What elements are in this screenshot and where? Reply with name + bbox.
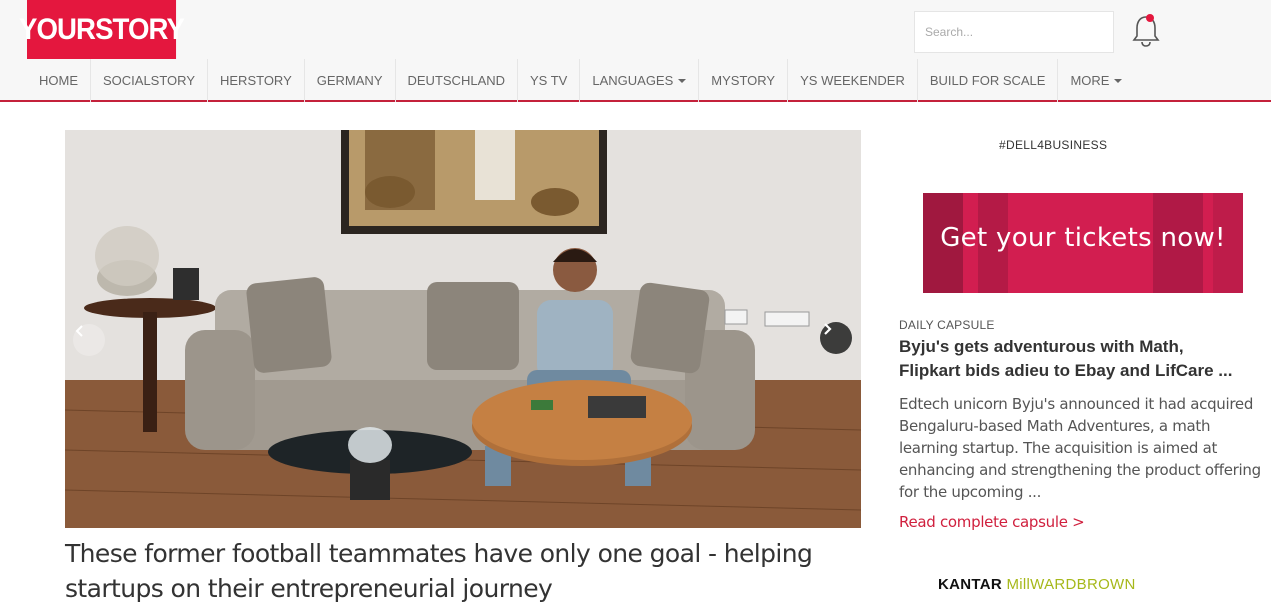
chevron-left-icon xyxy=(75,325,83,337)
nav-item-label: GERMANY xyxy=(316,73,383,88)
capsule-title[interactable]: Byju's gets adventurous with Math, Flipk… xyxy=(899,335,1271,383)
nav-item-label: MORE xyxy=(1070,73,1110,88)
nav-item-ys-weekender[interactable]: YS WEEKENDER xyxy=(787,59,917,102)
nav-item-label: YS TV xyxy=(530,73,568,88)
ad-text: Get your tickets now! xyxy=(940,223,1226,253)
nav-item-languages[interactable]: LANGUAGES xyxy=(579,59,698,102)
hero-headline[interactable]: These former football teammates have onl… xyxy=(65,536,861,606)
carousel-next-button[interactable] xyxy=(820,322,852,354)
nav-item-label: DEUTSCHLAND xyxy=(407,73,506,88)
kantar-millwardbrown-logo[interactable]: KANTAR MillWARDBROWN xyxy=(938,576,1136,593)
millwardbrown-text: MillWARDBROWN xyxy=(1006,576,1136,593)
read-capsule-link[interactable]: Read complete capsule > xyxy=(899,513,1085,531)
nav-item-deutschland[interactable]: DEUTSCHLAND xyxy=(394,59,518,102)
nav-item-build-for-scale[interactable]: BUILD FOR SCALE xyxy=(916,59,1058,102)
search-input[interactable] xyxy=(914,11,1114,53)
nav-item-label: LANGUAGES xyxy=(592,73,674,88)
carousel-prev-button[interactable] xyxy=(73,324,105,356)
kantar-text: KANTAR xyxy=(938,576,1007,593)
nav-item-ys-tv[interactable]: YS TV xyxy=(517,59,579,102)
nav-item-label: HERSTORY xyxy=(220,73,292,88)
nav-item-label: BUILD FOR SCALE xyxy=(929,73,1046,88)
nav-item-more[interactable]: MORE xyxy=(1057,59,1134,102)
nav-item-germany[interactable]: GERMANY xyxy=(303,59,395,102)
yourstory-logo[interactable]: YOURSTORY xyxy=(19,0,185,59)
nav-item-mystory[interactable]: MYSTORY xyxy=(698,59,787,102)
notification-dot xyxy=(1146,14,1154,22)
caret-down-icon xyxy=(678,78,687,83)
nav-item-socialstory[interactable]: SOCIALSTORY xyxy=(90,59,207,102)
nav-item-label: YS WEEKENDER xyxy=(800,73,905,88)
nav-item-label: HOME xyxy=(39,73,78,88)
hero-image xyxy=(65,130,861,528)
nav-item-label: SOCIALSTORY xyxy=(103,73,195,88)
capsule-body: Edtech unicorn Byju's announced it had a… xyxy=(899,395,1261,501)
nav-item-herstory[interactable]: HERSTORY xyxy=(207,59,304,102)
hero-carousel[interactable] xyxy=(65,130,861,528)
main-nav: HOME SOCIALSTORY HERSTORY GERMANY DEUTSCHLAN… xyxy=(0,59,1271,102)
caret-down-icon xyxy=(1114,78,1123,83)
nav-item-label: MYSTORY xyxy=(711,73,776,88)
capsule-label: DAILY CAPSULE xyxy=(899,318,995,332)
nav-item-home[interactable]: HOME xyxy=(27,59,90,102)
chevron-right-icon xyxy=(824,323,832,335)
tickets-ad-banner[interactable]: Get your tickets now! xyxy=(923,193,1243,293)
sidebar-hashtag: #DELL4BUSINESS xyxy=(999,138,1108,152)
top-header: YOURSTORY xyxy=(0,0,1271,59)
